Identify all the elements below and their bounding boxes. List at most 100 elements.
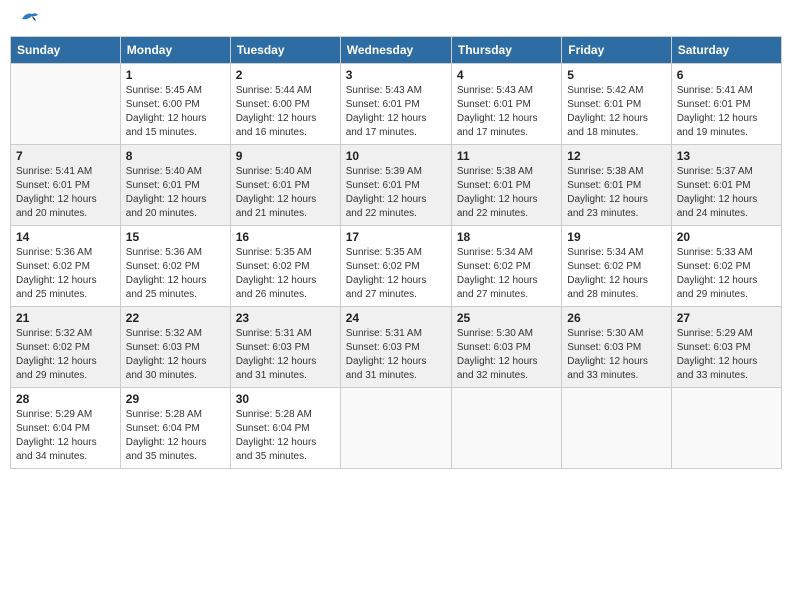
day-number: 18 bbox=[457, 230, 556, 244]
day-info: Sunrise: 5:34 AMSunset: 6:02 PMDaylight:… bbox=[567, 246, 665, 302]
calendar-cell: 6 Sunrise: 5:41 AMSunset: 6:01 PMDaylight… bbox=[671, 64, 781, 145]
calendar-cell: 5 Sunrise: 5:42 AMSunset: 6:01 PMDaylight… bbox=[562, 64, 671, 145]
day-info: Sunrise: 5:31 AMSunset: 6:03 PMDaylight:… bbox=[346, 327, 446, 383]
day-info: Sunrise: 5:38 AMSunset: 6:01 PMDaylight:… bbox=[457, 165, 556, 221]
calendar-cell bbox=[340, 388, 451, 469]
calendar-cell: 1 Sunrise: 5:45 AMSunset: 6:00 PMDaylight… bbox=[120, 64, 230, 145]
day-number: 14 bbox=[16, 230, 115, 244]
calendar-week-2: 7Sunrise: 5:41 AMSunset: 6:01 PMDaylight… bbox=[11, 145, 782, 226]
day-info: Sunrise: 5:37 AMSunset: 6:01 PMDaylight:… bbox=[677, 165, 776, 221]
day-number: 9 bbox=[236, 149, 335, 163]
calendar-cell: 25Sunrise: 5:30 AMSunset: 6:03 PMDayligh… bbox=[451, 307, 561, 388]
day-info: Sunrise: 5:43 AMSunset: 6:01 PMDaylight:… bbox=[457, 84, 556, 140]
day-info: Sunrise: 5:32 AMSunset: 6:02 PMDaylight:… bbox=[16, 327, 115, 383]
day-number: 22 bbox=[126, 311, 225, 325]
calendar-cell: 3Sunrise: 5:43 AMSunset: 6:01 PMDaylight… bbox=[340, 64, 451, 145]
day-number: 17 bbox=[346, 230, 446, 244]
calendar-cell: 18 Sunrise: 5:34 AMSunset: 6:02 PMDayligh… bbox=[451, 226, 561, 307]
day-number: 13 bbox=[677, 149, 776, 163]
logo bbox=[16, 14, 40, 24]
day-info: Sunrise: 5:40 AMSunset: 6:01 PMDaylight:… bbox=[126, 165, 225, 221]
day-number: 20 bbox=[677, 230, 776, 244]
calendar-cell: 16 Sunrise: 5:35 AMSunset: 6:02 PMDayligh… bbox=[230, 226, 340, 307]
calendar-cell: 27 Sunrise: 5:29 AMSunset: 6:03 PMDayligh… bbox=[671, 307, 781, 388]
calendar-cell: 12Sunrise: 5:38 AMSunset: 6:01 PMDayligh… bbox=[562, 145, 671, 226]
column-header-friday: Friday bbox=[562, 37, 671, 64]
logo-bird-icon bbox=[18, 10, 40, 28]
calendar-cell: 17 Sunrise: 5:35 AMSunset: 6:02 PMDayligh… bbox=[340, 226, 451, 307]
calendar-cell: 22 Sunrise: 5:32 AMSunset: 6:03 PMDayligh… bbox=[120, 307, 230, 388]
day-number: 27 bbox=[677, 311, 776, 325]
calendar-cell: 8 Sunrise: 5:40 AMSunset: 6:01 PMDaylight… bbox=[120, 145, 230, 226]
day-info: Sunrise: 5:41 AMSunset: 6:01 PMDaylight:… bbox=[677, 84, 776, 140]
day-number: 29 bbox=[126, 392, 225, 406]
calendar-week-4: 21 Sunrise: 5:32 AMSunset: 6:02 PMDayligh… bbox=[11, 307, 782, 388]
calendar-week-5: 28 Sunrise: 5:29 AMSunset: 6:04 PMDayligh… bbox=[11, 388, 782, 469]
calendar-cell: 29 Sunrise: 5:28 AMSunset: 6:04 PMDayligh… bbox=[120, 388, 230, 469]
calendar-cell: 24 Sunrise: 5:31 AMSunset: 6:03 PMDayligh… bbox=[340, 307, 451, 388]
day-info: Sunrise: 5:36 AMSunset: 6:02 PMDaylight:… bbox=[16, 246, 115, 302]
day-info: Sunrise: 5:33 AMSunset: 6:02 PMDaylight:… bbox=[677, 246, 776, 302]
day-info: Sunrise: 5:42 AMSunset: 6:01 PMDaylight:… bbox=[567, 84, 665, 140]
day-number: 12 bbox=[567, 149, 665, 163]
day-number: 10 bbox=[346, 149, 446, 163]
column-header-wednesday: Wednesday bbox=[340, 37, 451, 64]
calendar-cell: 26 Sunrise: 5:30 AMSunset: 6:03 PMDayligh… bbox=[562, 307, 671, 388]
calendar-cell: 13 Sunrise: 5:37 AMSunset: 6:01 PMDayligh… bbox=[671, 145, 781, 226]
calendar-week-1: 1 Sunrise: 5:45 AMSunset: 6:00 PMDaylight… bbox=[11, 64, 782, 145]
calendar-cell bbox=[671, 388, 781, 469]
day-number: 5 bbox=[567, 68, 665, 82]
calendar-cell: 4 Sunrise: 5:43 AMSunset: 6:01 PMDaylight… bbox=[451, 64, 561, 145]
calendar-cell bbox=[562, 388, 671, 469]
day-number: 15 bbox=[126, 230, 225, 244]
calendar-cell: 28 Sunrise: 5:29 AMSunset: 6:04 PMDayligh… bbox=[11, 388, 121, 469]
day-number: 4 bbox=[457, 68, 556, 82]
day-info: Sunrise: 5:30 AMSunset: 6:03 PMDaylight:… bbox=[567, 327, 665, 383]
calendar-cell: 7Sunrise: 5:41 AMSunset: 6:01 PMDaylight… bbox=[11, 145, 121, 226]
day-number: 8 bbox=[126, 149, 225, 163]
calendar-cell: 30 Sunrise: 5:28 AMSunset: 6:04 PMDayligh… bbox=[230, 388, 340, 469]
calendar-header-row: SundayMondayTuesdayWednesdayThursdayFrid… bbox=[11, 37, 782, 64]
day-info: Sunrise: 5:29 AMSunset: 6:03 PMDaylight:… bbox=[677, 327, 776, 383]
day-info: Sunrise: 5:28 AMSunset: 6:04 PMDaylight:… bbox=[236, 408, 335, 464]
day-number: 24 bbox=[346, 311, 446, 325]
calendar-cell bbox=[451, 388, 561, 469]
day-info: Sunrise: 5:36 AMSunset: 6:02 PMDaylight:… bbox=[126, 246, 225, 302]
day-info: Sunrise: 5:29 AMSunset: 6:04 PMDaylight:… bbox=[16, 408, 115, 464]
day-number: 28 bbox=[16, 392, 115, 406]
day-info: Sunrise: 5:35 AMSunset: 6:02 PMDaylight:… bbox=[236, 246, 335, 302]
day-info: Sunrise: 5:44 AMSunset: 6:00 PMDaylight:… bbox=[236, 84, 335, 140]
column-header-tuesday: Tuesday bbox=[230, 37, 340, 64]
day-number: 1 bbox=[126, 68, 225, 82]
column-header-sunday: Sunday bbox=[11, 37, 121, 64]
day-number: 6 bbox=[677, 68, 776, 82]
calendar-cell: 9Sunrise: 5:40 AMSunset: 6:01 PMDaylight… bbox=[230, 145, 340, 226]
day-info: Sunrise: 5:28 AMSunset: 6:04 PMDaylight:… bbox=[126, 408, 225, 464]
calendar-cell: 19 Sunrise: 5:34 AMSunset: 6:02 PMDayligh… bbox=[562, 226, 671, 307]
day-number: 19 bbox=[567, 230, 665, 244]
day-number: 23 bbox=[236, 311, 335, 325]
calendar-cell: 2 Sunrise: 5:44 AMSunset: 6:00 PMDaylight… bbox=[230, 64, 340, 145]
day-number: 30 bbox=[236, 392, 335, 406]
column-header-thursday: Thursday bbox=[451, 37, 561, 64]
calendar-cell: 11 Sunrise: 5:38 AMSunset: 6:01 PMDayligh… bbox=[451, 145, 561, 226]
day-number: 2 bbox=[236, 68, 335, 82]
day-info: Sunrise: 5:31 AMSunset: 6:03 PMDaylight:… bbox=[236, 327, 335, 383]
column-header-saturday: Saturday bbox=[671, 37, 781, 64]
day-number: 21 bbox=[16, 311, 115, 325]
day-info: Sunrise: 5:35 AMSunset: 6:02 PMDaylight:… bbox=[346, 246, 446, 302]
calendar-table: SundayMondayTuesdayWednesdayThursdayFrid… bbox=[10, 36, 782, 469]
day-info: Sunrise: 5:45 AMSunset: 6:00 PMDaylight:… bbox=[126, 84, 225, 140]
day-info: Sunrise: 5:39 AMSunset: 6:01 PMDaylight:… bbox=[346, 165, 446, 221]
day-number: 3 bbox=[346, 68, 446, 82]
day-info: Sunrise: 5:34 AMSunset: 6:02 PMDaylight:… bbox=[457, 246, 556, 302]
calendar-cell: 10 Sunrise: 5:39 AMSunset: 6:01 PMDayligh… bbox=[340, 145, 451, 226]
calendar-cell bbox=[11, 64, 121, 145]
calendar-week-3: 14 Sunrise: 5:36 AMSunset: 6:02 PMDayligh… bbox=[11, 226, 782, 307]
calendar-cell: 23 Sunrise: 5:31 AMSunset: 6:03 PMDayligh… bbox=[230, 307, 340, 388]
day-info: Sunrise: 5:32 AMSunset: 6:03 PMDaylight:… bbox=[126, 327, 225, 383]
day-number: 16 bbox=[236, 230, 335, 244]
day-number: 26 bbox=[567, 311, 665, 325]
day-number: 11 bbox=[457, 149, 556, 163]
calendar-cell: 14 Sunrise: 5:36 AMSunset: 6:02 PMDayligh… bbox=[11, 226, 121, 307]
